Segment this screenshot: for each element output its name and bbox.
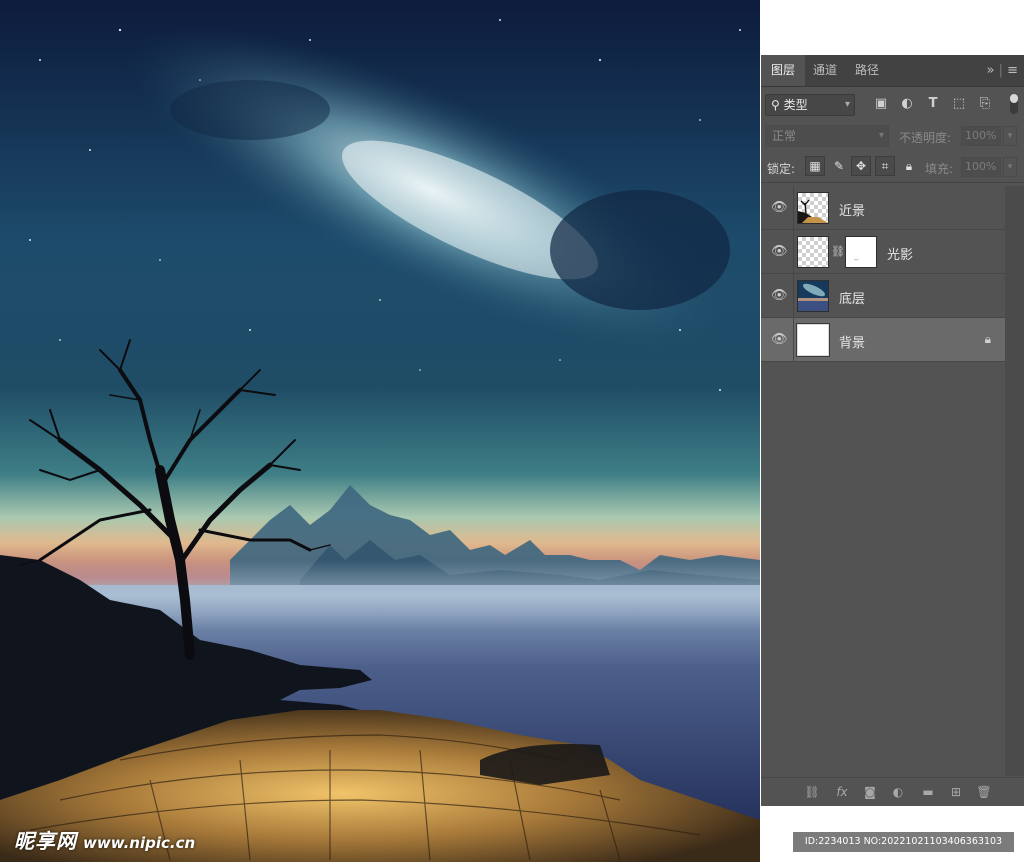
divider [793,230,794,274]
blend-mode-select[interactable]: 正常 ▾ [765,125,889,147]
lock-row: 锁定: ▦ ✎ ✥ ⌗ 🔒︎ 填充: 100% ▾ [761,152,1024,183]
foreground-thumb [797,192,829,224]
layers-scrollbar[interactable] [1005,186,1024,776]
eye-icon[interactable]: 👁︎ [771,245,788,259]
link-layers-icon[interactable]: ⛓︎ [803,784,821,800]
panel-footer: ⛓︎ fx ◙ ◐ ▬ ⊞ 🗑︎ [761,777,1024,806]
layer-name[interactable]: 底层 [839,288,865,307]
sky-thumb-art [798,281,828,311]
watermark-logo: 昵享网 [14,829,77,853]
lock-artboard-icon[interactable]: ⌗ [875,156,895,176]
blend-row: 正常 ▾ 不透明度: 100% ▾ [761,121,1024,151]
foreground-thumb-art [798,199,828,223]
layers-panel: 图层 通道 路径 » | ≡ ⚲ 类型 ▾ ▣ ◐ T ⬚ ⎘ 正常 ▾ 不透明… [761,55,1024,806]
tab-layers[interactable]: 图层 [761,55,806,86]
fill-dropdown[interactable]: ▾ [1003,157,1017,177]
opacity-dropdown[interactable]: ▾ [1003,126,1017,146]
layer-name[interactable]: 光影 [887,244,913,263]
mask-cursor-icon: _ [854,251,859,261]
filter-kind-label: 类型 [783,98,808,112]
layer-row-background[interactable]: 👁︎ 背景 🔒︎ [761,318,1005,362]
delete-layer-icon[interactable]: 🗑︎ [975,784,993,800]
divider: | [998,63,1003,78]
new-group-icon[interactable]: ▬ [919,784,937,800]
opacity-input[interactable]: 100% [961,126,1001,146]
lock-all-icon[interactable]: 🔒︎ [899,156,919,176]
eye-icon[interactable]: 👁︎ [771,333,788,347]
fx-icon[interactable]: fx [833,784,851,800]
add-mask-icon[interactable]: ◙ [861,784,879,800]
chevron-down-icon: ▾ [844,99,850,110]
tab-channels[interactable]: 通道 [803,55,847,86]
chevron-down-icon: ▾ [878,130,884,141]
eye-icon[interactable]: 👁︎ [771,289,788,303]
panel-tabbar: 图层 通道 路径 » | ≡ [761,55,1024,87]
artwork-canvas: 昵享网 www.nipic.cn [0,0,760,862]
divider [793,318,794,362]
adjustment-filter-icon[interactable]: ◐ [899,96,915,112]
lock-icon: 🔒︎ [984,332,991,346]
panel-menu: » | ≡ [986,55,1018,86]
adjustment-layer-icon[interactable]: ◐ [889,784,907,800]
tab-paths[interactable]: 路径 [845,55,889,86]
watermark: 昵享网 www.nipic.cn [14,825,195,854]
sky-thumb [797,280,829,312]
transparent-thumb [797,236,829,268]
layer-row-base[interactable]: 👁︎ 底层 [761,274,1005,318]
divider [793,186,794,230]
layer-row-lighting[interactable]: 👁︎ ⛓︎ _ 光影 [761,230,1005,274]
fill-label: 填充: [925,162,954,176]
white-thumb [796,323,830,357]
lock-transparent-icon[interactable]: ▦ [805,156,825,176]
blend-mode-value: 正常 [772,129,797,143]
filter-toggle[interactable] [1010,94,1018,114]
new-layer-icon[interactable]: ⊞ [947,784,965,800]
eye-icon[interactable]: 👁︎ [771,201,788,215]
layer-row-foreground[interactable]: 👁︎ 近景 [761,186,1005,230]
fill-input[interactable]: 100% [961,157,1001,177]
lock-paint-icon[interactable]: ✎ [829,156,849,176]
search-icon: ⚲ [771,98,780,112]
lock-position-icon[interactable]: ✥ [851,156,871,176]
opacity-label: 不透明度: [899,131,952,145]
filter-row: ⚲ 类型 ▾ ▣ ◐ T ⬚ ⎘ [761,87,1024,121]
night-landscape-artwork [0,0,760,862]
smart-object-filter-icon[interactable]: ⎘ [977,96,993,112]
layer-name[interactable]: 背景 [839,332,865,351]
chain-link-icon[interactable]: ⛓︎ [831,245,845,258]
type-filter-icon[interactable]: T [925,96,941,112]
layer-name[interactable]: 近景 [839,200,865,219]
layers-list: 👁︎ 近景 👁︎ ⛓︎ _ 光影 👁︎ 底层 👁︎ 背景 🔒︎ [761,186,1005,362]
shape-filter-icon[interactable]: ⬚ [951,96,967,112]
image-filter-icon[interactable]: ▣ [873,96,889,112]
filter-kind-select[interactable]: ⚲ 类型 ▾ [765,94,855,116]
watermark-url: www.nipic.cn [83,834,196,852]
divider [793,274,794,318]
panel-menu-icon[interactable]: ≡ [1007,63,1018,78]
lock-label: 锁定: [767,162,796,176]
collapse-icon[interactable]: » [986,63,994,78]
image-id-strip: ID:2234013 NO:20221021103406363103 [793,832,1014,852]
layer-mask-thumb[interactable]: _ [845,236,877,268]
